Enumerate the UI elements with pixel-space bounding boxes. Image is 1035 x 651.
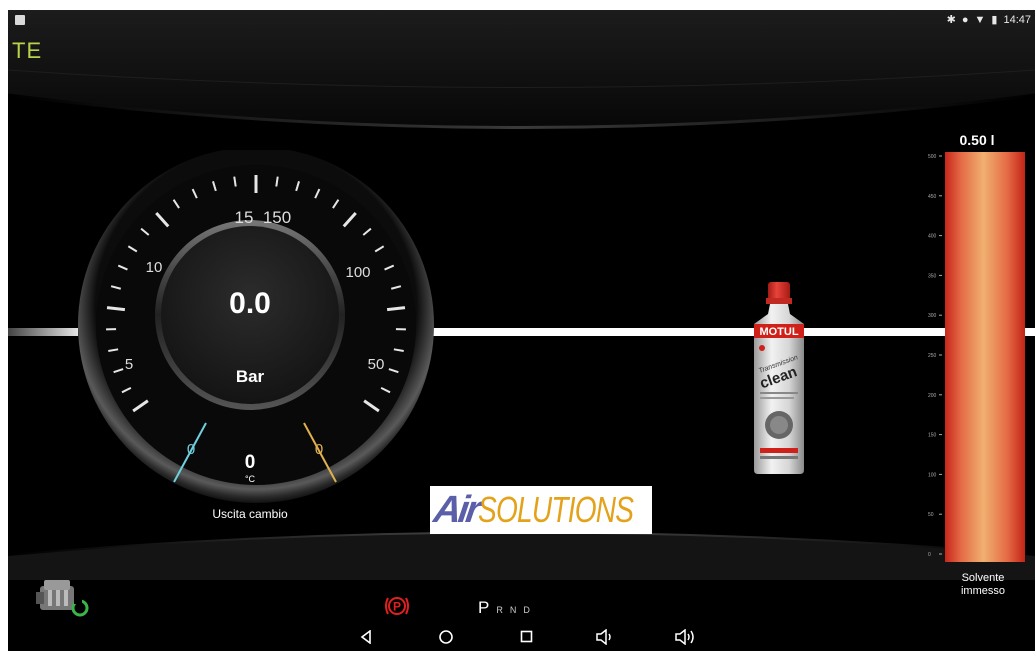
back-button[interactable] [351, 622, 381, 651]
solvent-level-value: 0.50 l [959, 132, 995, 148]
top-swoosh-decoration [8, 10, 1035, 170]
volume-down-button[interactable] [591, 622, 621, 651]
gear-option-d: D [523, 605, 530, 615]
battery-icon: ▮ [991, 14, 998, 26]
level-scale-label: 250 [928, 353, 937, 359]
volume-up-icon [675, 628, 694, 645]
volume-up-button[interactable] [671, 622, 701, 651]
level-scale-label: 400 [928, 234, 937, 240]
solvent-level-bar [945, 152, 1025, 562]
app-screen: ✱ ● ▼ ▮ 14:47 TE 15 150 10 100 5 50 0.0 … [8, 10, 1035, 651]
temperature-unit: °C [245, 474, 256, 484]
level-scale-label: 500 [928, 154, 937, 160]
gauge-tick [106, 306, 126, 312]
bluetooth-icon: ✱ [946, 14, 956, 26]
level-scale-label: 50 [928, 512, 934, 518]
clock: 14:47 [1003, 14, 1031, 26]
temperature-value: 0 [245, 452, 256, 473]
pressure-value: 0.0 [229, 287, 271, 320]
gauge-label-left-10: 10 [146, 259, 163, 276]
gear-option-r: R [496, 605, 503, 615]
gear-option-n: N [509, 605, 517, 615]
image-notification-icon [15, 15, 25, 25]
recents-icon [520, 630, 532, 643]
gauge-label-left-15: 15 [235, 208, 254, 227]
dnd-icon: ● [961, 14, 969, 26]
volume-down-icon [596, 628, 611, 645]
solvent-title-line2: immesso [960, 585, 1005, 597]
home-icon [439, 629, 453, 644]
level-scale-label: 300 [928, 313, 937, 319]
status-icons: ✱ ● ▼ ▮ 14:47 [947, 14, 1031, 26]
gauge-caption-label: Uscita cambio [212, 507, 288, 521]
gauge-label-right-50: 50 [368, 356, 385, 373]
logo-solutions-text: SOLUTIONS [477, 489, 634, 530]
parking-brake-letter: P [393, 600, 401, 614]
motul-bottle-image: MOTUL Transmission clean [754, 282, 804, 474]
gauge-label-left-5: 5 [125, 356, 133, 373]
pressure-gauge: 15 150 10 100 5 50 0 0 0.0 Bar 0 °C Usci… [78, 150, 434, 510]
level-scale-label: 0 [928, 552, 931, 558]
level-scale-label: 450 [928, 194, 937, 200]
airsolutions-logo: Air SOLUTIONS [430, 486, 652, 534]
gear-current: P [478, 598, 490, 617]
home-button[interactable] [431, 622, 461, 651]
gear-selector: P R N D [478, 598, 530, 618]
pressure-unit: Bar [236, 367, 265, 386]
level-scale-label: 100 [928, 472, 937, 478]
status-bar: ✱ ● ▼ ▮ 14:47 [8, 10, 1035, 32]
recents-button[interactable] [511, 622, 541, 651]
solvent-title-line1: Solvente [961, 572, 1005, 584]
back-icon [360, 629, 371, 644]
wifi-icon: ▼ [974, 14, 986, 26]
gauge-label-right-100: 100 [345, 264, 370, 281]
level-scale-label: 200 [928, 393, 937, 399]
parking-brake-icon: P [385, 597, 409, 615]
solvent-level-scale: 500450400350300250200150100500 [928, 154, 942, 558]
level-scale-label: 350 [928, 273, 937, 279]
bottle-brand: MOTUL [759, 326, 798, 338]
solvent-level-title: Solvente immesso [938, 572, 1028, 597]
engine-icon[interactable] [34, 576, 92, 620]
android-navigation-bar [8, 622, 1035, 651]
logo-air-text: Air [431, 488, 481, 531]
gauge-tick [386, 306, 406, 312]
gauge-label-right-150: 150 [263, 208, 291, 227]
level-scale-label: 150 [928, 433, 937, 439]
app-title-fragment: TE [12, 38, 43, 63]
